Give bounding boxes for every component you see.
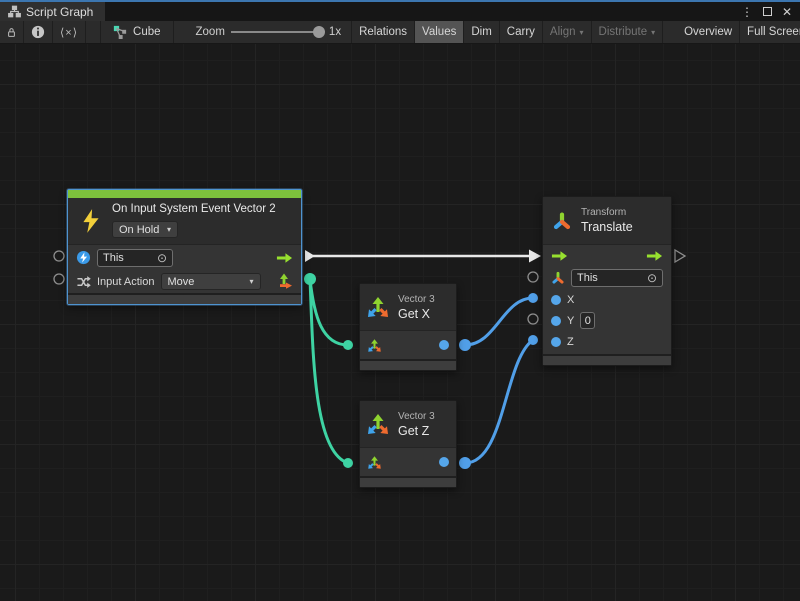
transform-mini-icon (551, 271, 565, 285)
tab-label: Script Graph (26, 5, 93, 19)
getx-output-dot[interactable] (459, 339, 471, 351)
vector2-output-dot[interactable] (304, 273, 316, 285)
window-controls: ⋮ ✕ (741, 2, 800, 21)
input-action-dropdown[interactable]: Move ▾ (161, 273, 261, 290)
getz-input-dot[interactable] (343, 458, 353, 468)
transform-y-port[interactable] (528, 314, 538, 324)
menu-icon[interactable]: ⋮ (741, 6, 753, 18)
transform-target-field[interactable]: This ⊙ (571, 269, 663, 287)
variables-icon: ⟨×⟩ (60, 26, 78, 39)
getz-output-port[interactable] (439, 457, 449, 467)
lock-icon[interactable] (0, 21, 24, 43)
flow-arrow-icon (551, 250, 568, 262)
vector3-icon (366, 412, 390, 436)
transform-x-row: X (543, 289, 671, 310)
script-graph-window: Script Graph ⋮ ✕ ⟨×⟩ (0, 0, 800, 601)
transform-this-port[interactable] (528, 272, 538, 282)
z-label: Z (567, 336, 574, 348)
getz-footer (360, 476, 456, 487)
event-mode-dropdown[interactable]: On Hold ▾ (112, 221, 178, 238)
variables-toggle[interactable]: ⟨×⟩ (53, 21, 86, 43)
script-graph-icon (113, 25, 127, 39)
event-this-row: This ⊙ (68, 245, 301, 270)
lightning-bolt-icon (80, 208, 102, 234)
transform-footer (543, 354, 671, 365)
zoom-value: 1x (329, 26, 341, 38)
getz-category: Vector 3 (398, 411, 435, 422)
graph-breadcrumb[interactable]: Cube (101, 21, 174, 43)
maximize-icon[interactable] (763, 6, 772, 18)
zoom-slider-knob[interactable] (313, 26, 325, 38)
event-action-row: Input Action Move ▾ (68, 270, 301, 293)
graph-toolbar: ⟨×⟩ Cube Zoom 1x Relations Values Dim Ca… (0, 21, 800, 44)
node-vector3-get-x[interactable]: Vector 3 Get X (359, 283, 457, 371)
transform-y-row: Y 0 (543, 310, 671, 331)
flow-arrow-icon (646, 250, 663, 262)
input-action-icon (76, 275, 91, 289)
tab-bar: Script Graph ⋮ ✕ (0, 2, 800, 21)
vector2-type-icon (277, 273, 293, 290)
event-node-accent-bar (68, 190, 301, 198)
node-vector3-get-z[interactable]: Vector 3 Get Z (359, 400, 457, 488)
getx-input-dot[interactable] (343, 340, 353, 350)
zoom-slider[interactable] (231, 31, 323, 33)
getz-title: Get Z (398, 424, 435, 438)
event-this-port[interactable] (54, 251, 64, 261)
vector3-mini-icon (367, 455, 382, 470)
vector3-icon (366, 295, 390, 319)
y-label: Y (567, 315, 574, 327)
transform-category: Transform (581, 207, 633, 218)
target-picker-icon[interactable]: ⊙ (647, 271, 657, 285)
self-gameobject-icon (76, 250, 91, 265)
getz-port-row (360, 448, 456, 476)
x-port-icon[interactable] (551, 295, 561, 305)
x-label: X (567, 294, 574, 306)
distribute-dropdown[interactable]: Distribute ▾ (592, 21, 664, 43)
transform-x-input-dot[interactable] (528, 293, 538, 303)
getx-title: Get X (398, 307, 435, 321)
transform-icon (551, 210, 573, 232)
zoom-label: Zoom (196, 26, 225, 38)
node-on-input-system-event[interactable]: On Input System Event Vector 2 On Hold ▾… (67, 189, 302, 305)
hierarchy-icon (8, 5, 21, 18)
chevron-down-icon: ▾ (580, 28, 584, 37)
chevron-down-icon: ▾ (249, 277, 253, 286)
input-action-label: Input Action (97, 276, 155, 288)
getz-output-dot[interactable] (459, 457, 471, 469)
graph-name-label: Cube (133, 26, 161, 38)
carry-button[interactable]: Carry (500, 21, 543, 43)
transform-this-row: This ⊙ (543, 267, 671, 289)
y-port-icon[interactable] (551, 316, 561, 326)
event-action-port[interactable] (54, 274, 64, 284)
vector3-mini-icon (367, 338, 382, 353)
getx-port-row (360, 331, 456, 359)
target-picker-icon[interactable]: ⊙ (157, 251, 167, 265)
info-icon[interactable] (24, 21, 53, 43)
flow-arrow-icon (276, 252, 293, 264)
values-button[interactable]: Values (415, 21, 464, 43)
event-node-title: On Input System Event Vector 2 (112, 203, 276, 215)
chevron-down-icon: ▾ (651, 28, 655, 37)
event-node-footer (68, 293, 301, 304)
relations-button[interactable]: Relations (352, 21, 415, 43)
y-value-input[interactable]: 0 (580, 312, 595, 329)
transform-z-input-dot[interactable] (528, 335, 538, 345)
chevron-down-icon: ▾ (167, 225, 171, 234)
transform-title: Translate (581, 220, 633, 234)
transform-flow-row (543, 245, 671, 267)
event-target-field[interactable]: This ⊙ (97, 249, 173, 267)
tab-script-graph[interactable]: Script Graph (0, 2, 105, 21)
close-icon[interactable]: ✕ (782, 6, 792, 18)
node-transform-translate[interactable]: Transform Translate (542, 196, 672, 366)
dim-button[interactable]: Dim (464, 21, 499, 43)
align-dropdown[interactable]: Align ▾ (543, 21, 592, 43)
transform-z-row: Z (543, 331, 671, 352)
fullscreen-button[interactable]: Full Screen (740, 21, 800, 43)
getx-category: Vector 3 (398, 294, 435, 305)
overview-button[interactable]: Overview (677, 21, 740, 43)
getx-footer (360, 359, 456, 370)
z-port-icon[interactable] (551, 337, 561, 347)
getx-output-port[interactable] (439, 340, 449, 350)
